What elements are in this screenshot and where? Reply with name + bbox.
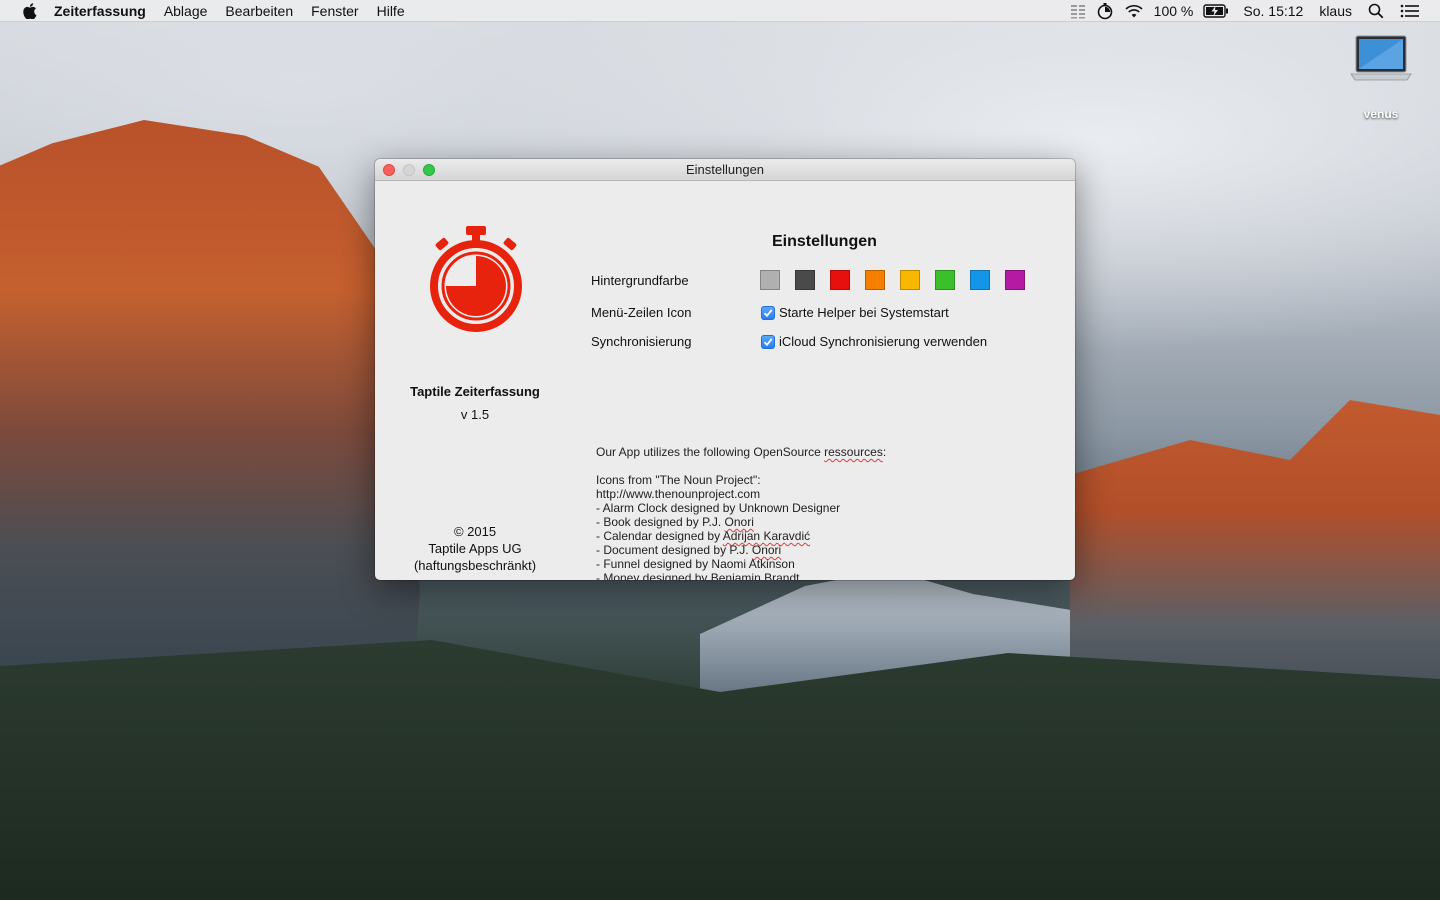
user-name[interactable]: klaus	[1319, 3, 1352, 19]
clock[interactable]: So. 15:12	[1243, 3, 1303, 19]
battery-charging-icon[interactable]	[1203, 3, 1229, 18]
credits-line: - Alarm Clock designed by Unknown Design…	[596, 501, 841, 515]
copyright-legal: (haftungsbeschränkt)	[413, 558, 537, 573]
icloud-checkbox-row[interactable]: iCloud Synchronisierung verwenden	[761, 334, 987, 349]
credits-line: - Money designed by Benjamin Brandt	[596, 571, 800, 580]
swatch-orange[interactable]	[865, 270, 885, 290]
swatch-blue[interactable]	[970, 270, 990, 290]
credits-intro-word: ressources	[824, 445, 883, 459]
window-title: Einstellungen	[685, 162, 765, 177]
credits-name: Onori	[751, 543, 782, 557]
credits-intro-colon: :	[882, 445, 887, 459]
desktop-icon-label: venus	[1363, 107, 1399, 121]
grid-icon[interactable]	[1070, 3, 1086, 19]
laptop-icon	[1350, 35, 1412, 81]
checkmark-icon	[763, 308, 773, 317]
icloud-checkbox-label: iCloud Synchronisierung verwenden	[779, 334, 988, 349]
swatch-green[interactable]	[935, 270, 955, 290]
credits-line: - Calendar designed by	[596, 529, 723, 543]
copyright: © 2015 Taptile Apps UG (haftungsbeschrän…	[375, 523, 575, 574]
credits-name: Adrijan Karavdić	[722, 529, 811, 543]
app-title: Taptile Zeiterfassung	[410, 384, 540, 399]
timer-icon[interactable]	[1096, 2, 1114, 20]
menu-app-name[interactable]: Zeiterfassung	[54, 3, 146, 19]
settings-window: Einstellungen Taptile Zeiterfassung v 1.…	[375, 159, 1075, 580]
apple-icon[interactable]	[20, 2, 40, 19]
helper-checkbox-label: Starte Helper bei Systemstart	[779, 305, 949, 320]
menu-bearbeiten[interactable]: Bearbeiten	[225, 3, 293, 19]
desktop-computer-item[interactable]: venus	[1348, 34, 1414, 121]
battery-percent: 100 %	[1153, 2, 1194, 19]
label-sync: Synchronisierung	[591, 334, 692, 349]
minimize-button[interactable]	[403, 164, 415, 176]
credits-line: - Funnel designed by Naomi Atkinson	[596, 557, 795, 571]
credits-link: http://www.thenounproject.com	[596, 487, 761, 501]
settings-heading: Einstellungen	[772, 233, 877, 250]
window-titlebar[interactable]: Einstellungen	[375, 159, 1075, 181]
credits-line: Icons from "The Noun Project":	[596, 473, 761, 487]
helper-checkbox[interactable]	[761, 305, 775, 320]
credits-intro: Our App utilizes the following OpenSourc…	[596, 445, 825, 459]
about-pane: Taptile Zeiterfassung v 1.5 © 2015 Tapti…	[375, 181, 575, 580]
copyright-year: © 2015	[453, 524, 497, 539]
copyright-company: Taptile Apps UG	[428, 541, 522, 556]
credits-line: - Book designed by P.J.	[596, 515, 725, 529]
search-icon[interactable]	[1368, 3, 1384, 19]
color-swatches	[760, 270, 1025, 290]
checkmark-icon	[763, 337, 773, 346]
swatch-light-gray[interactable]	[760, 270, 780, 290]
zoom-button[interactable]	[423, 164, 435, 176]
menu-hilfe[interactable]: Hilfe	[377, 3, 405, 19]
wifi-icon[interactable]	[1124, 3, 1144, 19]
label-menu-icon: Menü-Zeilen Icon	[591, 305, 692, 320]
swatch-yellow[interactable]	[900, 270, 920, 290]
stopwatch-logo-icon	[430, 226, 522, 332]
credits-line: - Document designed by P.J.	[596, 543, 752, 557]
menu-ablage[interactable]: Ablage	[164, 3, 208, 19]
close-button[interactable]	[383, 164, 395, 176]
menu-bar: Zeiterfassung Ablage Bearbeiten Fenster …	[0, 0, 1440, 22]
helper-checkbox-row[interactable]: Starte Helper bei Systemstart	[761, 305, 949, 320]
list-icon[interactable]	[1400, 4, 1420, 18]
swatch-red[interactable]	[830, 270, 850, 290]
label-background-color: Hintergrundfarbe	[591, 273, 689, 288]
credits-name: Onori	[724, 515, 754, 529]
icloud-checkbox[interactable]	[761, 334, 775, 349]
swatch-dark-gray[interactable]	[795, 270, 815, 290]
credits-text: Our App utilizes the following OpenSourc…	[596, 445, 886, 580]
swatch-purple[interactable]	[1005, 270, 1025, 290]
app-version: v 1.5	[460, 407, 490, 422]
menu-fenster[interactable]: Fenster	[311, 3, 358, 19]
